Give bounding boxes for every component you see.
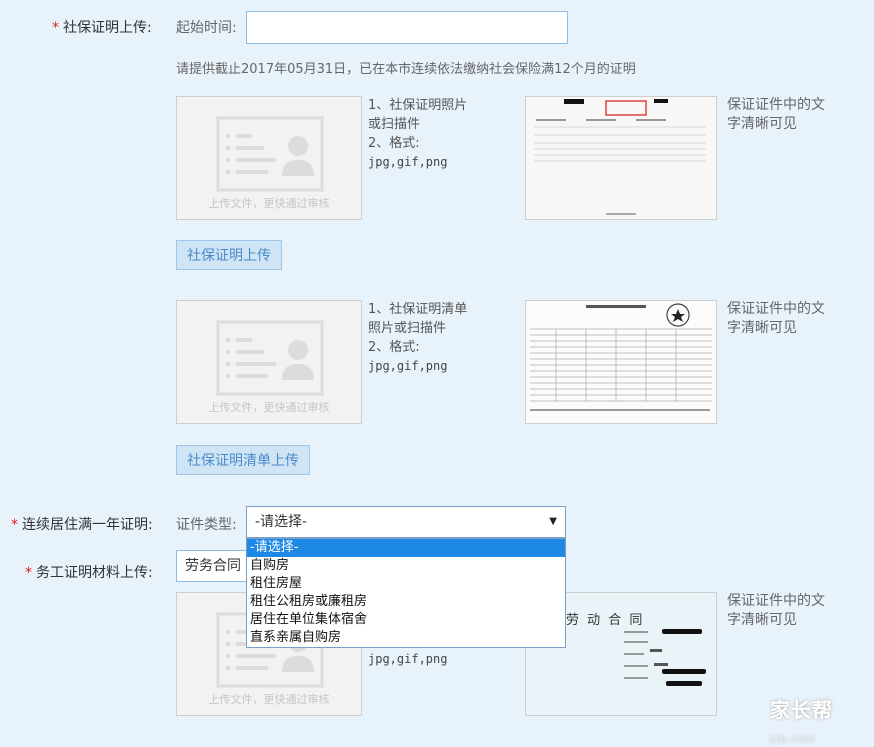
site-watermark: 家长帮 jzb.com: [770, 694, 874, 747]
upload-hint: 上传文件，更快通过审核: [208, 197, 330, 210]
dropdown-option[interactable]: 自购房: [247, 557, 565, 575]
document-type-select[interactable]: -请选择- ▼: [246, 506, 566, 538]
hint-line: 1、社保证明清单照片或扫描件: [368, 302, 468, 336]
dropdown-arrow-icon: ▼: [549, 516, 557, 527]
hint-line: 2、格式:: [368, 340, 420, 355]
upload-social-list-button[interactable]: 社保证明清单上传: [176, 445, 310, 475]
social-field-label: * 社保证明上传:: [52, 20, 152, 36]
format-list: jpg,gif,png: [368, 359, 448, 373]
dropdown-option[interactable]: 直系亲属自购房: [247, 629, 565, 647]
hint-line: 2、格式:: [368, 136, 420, 151]
social-list-upload-area[interactable]: 上传文件，更快通过审核: [176, 300, 362, 424]
work-field-label: * 务工证明材料上传:: [25, 565, 153, 581]
dropdown-option[interactable]: 租住公租房或廉租房: [247, 593, 565, 611]
dropdown-option[interactable]: 租住房屋: [247, 575, 565, 593]
social-list-sample-image: [525, 300, 717, 424]
dropdown-option[interactable]: 居住在单位集体宿舍: [247, 611, 565, 629]
sample-note: 保证证件中的文字清晰可见: [727, 593, 825, 628]
required-asterisk: *: [11, 517, 18, 533]
document-type-dropdown: -请选择- 自购房 租住房屋 租住公租房或廉租房 居住在单位集体宿舍 直系亲属自…: [246, 538, 566, 648]
residence-field-label: * 连续居住满一年证明:: [11, 517, 153, 533]
work-proof-type-select[interactable]: 劳务合同: [176, 550, 256, 582]
upload-hint: 上传文件，更快通过审核: [208, 693, 330, 706]
start-time-label: 起始时间:: [176, 20, 237, 36]
format-list: jpg,gif,png: [368, 155, 448, 169]
upload-instructions: 1、社保证明清单照片或扫描件 2、格式: jpg,gif,png: [368, 300, 468, 376]
hint-line: 1、社保证明照片或扫描件: [368, 98, 468, 132]
format-list: jpg,gif,png: [368, 652, 448, 666]
social-proof-sample-image: [525, 96, 717, 220]
watermark-site: jzb.com: [770, 734, 816, 745]
select-value: -请选择-: [255, 514, 308, 530]
social-proof-upload-area[interactable]: 上传文件，更快通过审核: [176, 96, 362, 220]
sample-note: 保证证件中的文字清晰可见: [727, 97, 825, 132]
dropdown-option[interactable]: -请选择-: [247, 539, 565, 557]
sample-note: 保证证件中的文字清晰可见: [727, 301, 825, 336]
required-asterisk: *: [52, 20, 59, 36]
social-requirement-note: 请提供截止2017年05月31日，已在本市连续依法缴纳社会保险满12个月的证明: [176, 62, 636, 77]
start-time-input[interactable]: [246, 11, 568, 44]
watermark-brand: 家长帮: [770, 698, 833, 722]
document-type-label: 证件类型:: [176, 517, 237, 533]
upload-social-proof-button[interactable]: 社保证明上传: [176, 240, 282, 270]
id-card-placeholder-icon: [216, 116, 324, 192]
upload-instructions: 1、社保证明照片或扫描件 2、格式: jpg,gif,png: [368, 96, 468, 172]
upload-hint: 上传文件，更快通过审核: [208, 401, 330, 414]
id-card-placeholder-icon: [216, 320, 324, 396]
required-asterisk: *: [25, 565, 32, 581]
